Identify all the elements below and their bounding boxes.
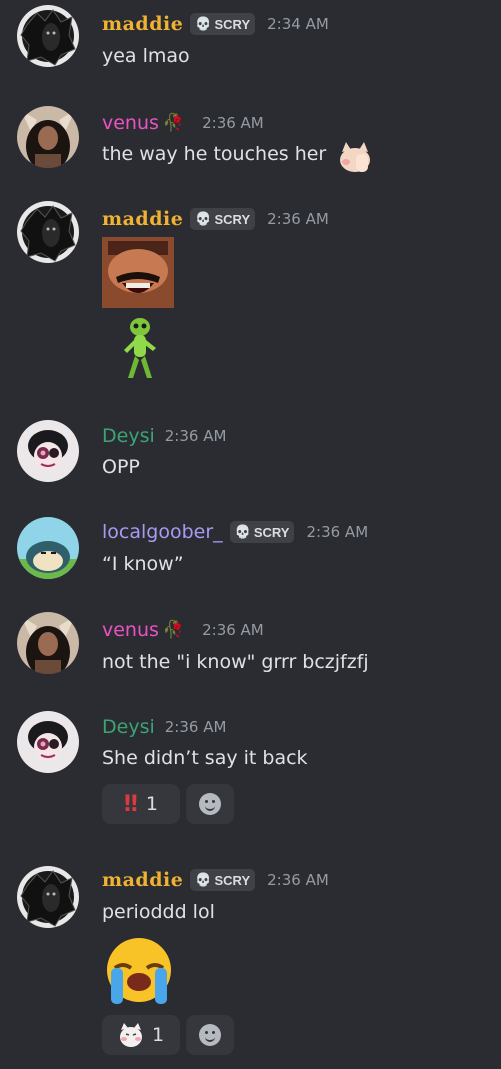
avatar-image bbox=[17, 106, 79, 168]
skull-icon: 💀 bbox=[195, 211, 212, 226]
timestamp: 2:36 AM bbox=[202, 621, 264, 639]
avatar-image bbox=[17, 5, 79, 67]
avatar[interactable] bbox=[17, 517, 79, 579]
avatar[interactable] bbox=[17, 612, 79, 674]
server-tag[interactable]: 💀 SCRY bbox=[190, 13, 256, 35]
username[interactable]: venus bbox=[102, 619, 159, 641]
avatar-image bbox=[17, 866, 79, 928]
crying-face-emoji-icon bbox=[101, 936, 177, 1006]
avatar-image bbox=[17, 420, 79, 482]
username[interactable]: maddie bbox=[102, 869, 183, 891]
username[interactable]: Deysi bbox=[102, 425, 155, 447]
message-text: yea lmao bbox=[102, 45, 190, 67]
rose-icon: 🥀 bbox=[162, 113, 185, 133]
rose-icon: 🥀 bbox=[162, 620, 185, 640]
cat-emoji-icon bbox=[338, 140, 372, 174]
skull-icon: 💀 bbox=[195, 872, 212, 887]
message-text: perioddd lol bbox=[102, 901, 215, 923]
username[interactable]: maddie bbox=[102, 208, 183, 230]
username[interactable]: maddie bbox=[102, 13, 183, 35]
cat-emoji-icon bbox=[118, 1022, 144, 1048]
timestamp: 2:36 AM bbox=[267, 210, 329, 228]
skull-icon: 💀 bbox=[195, 16, 212, 31]
reaction-double-exclamation[interactable]: ‼ 1 bbox=[102, 784, 180, 824]
smiley-icon bbox=[199, 793, 221, 815]
server-tag[interactable]: 💀 SCRY bbox=[190, 208, 256, 230]
avatar[interactable] bbox=[17, 106, 79, 168]
smiley-icon bbox=[199, 1024, 221, 1046]
avatar[interactable] bbox=[17, 420, 79, 482]
timestamp: 2:36 AM bbox=[164, 718, 227, 736]
server-tag[interactable]: 💀 SCRY bbox=[190, 869, 256, 891]
message-text: not the "i know" grrr bczjfzfj bbox=[102, 651, 369, 673]
avatar[interactable] bbox=[17, 5, 79, 67]
add-reaction-button[interactable] bbox=[186, 784, 234, 824]
message-text: the way he touches her bbox=[102, 143, 327, 165]
reaction-cat[interactable]: 1 bbox=[102, 1015, 180, 1055]
avatar-image bbox=[17, 711, 79, 773]
timestamp: 2:36 AM bbox=[202, 114, 264, 132]
username[interactable]: venus bbox=[102, 112, 159, 134]
avatar[interactable] bbox=[17, 866, 79, 928]
avatar-image bbox=[17, 612, 79, 674]
timestamp: 2:34 AM bbox=[267, 15, 329, 33]
laughing-face-emoji-icon[interactable] bbox=[102, 237, 174, 308]
timestamp: 2:36 AM bbox=[306, 523, 369, 541]
server-tag[interactable]: 💀 SCRY bbox=[229, 521, 295, 543]
avatar-image bbox=[17, 201, 79, 263]
reaction-count: 1 bbox=[151, 1024, 165, 1046]
avatar[interactable] bbox=[17, 711, 79, 773]
message-text: She didn’t say it back bbox=[102, 747, 308, 769]
dancing-alien-emoji-icon[interactable] bbox=[120, 316, 160, 380]
username[interactable]: Deysi bbox=[102, 716, 155, 738]
add-reaction-button[interactable] bbox=[186, 1015, 234, 1055]
timestamp: 2:36 AM bbox=[267, 871, 329, 889]
timestamp: 2:36 AM bbox=[164, 427, 227, 445]
message-text: “I know” bbox=[102, 553, 184, 575]
skull-icon: 💀 bbox=[234, 524, 251, 539]
reaction-count: 1 bbox=[145, 793, 158, 815]
username[interactable]: localgoober_ bbox=[102, 521, 223, 543]
avatar-image bbox=[17, 517, 79, 579]
avatar[interactable] bbox=[17, 201, 79, 263]
message-text: OPP bbox=[102, 456, 140, 478]
double-exclamation-icon: ‼ bbox=[124, 791, 138, 817]
